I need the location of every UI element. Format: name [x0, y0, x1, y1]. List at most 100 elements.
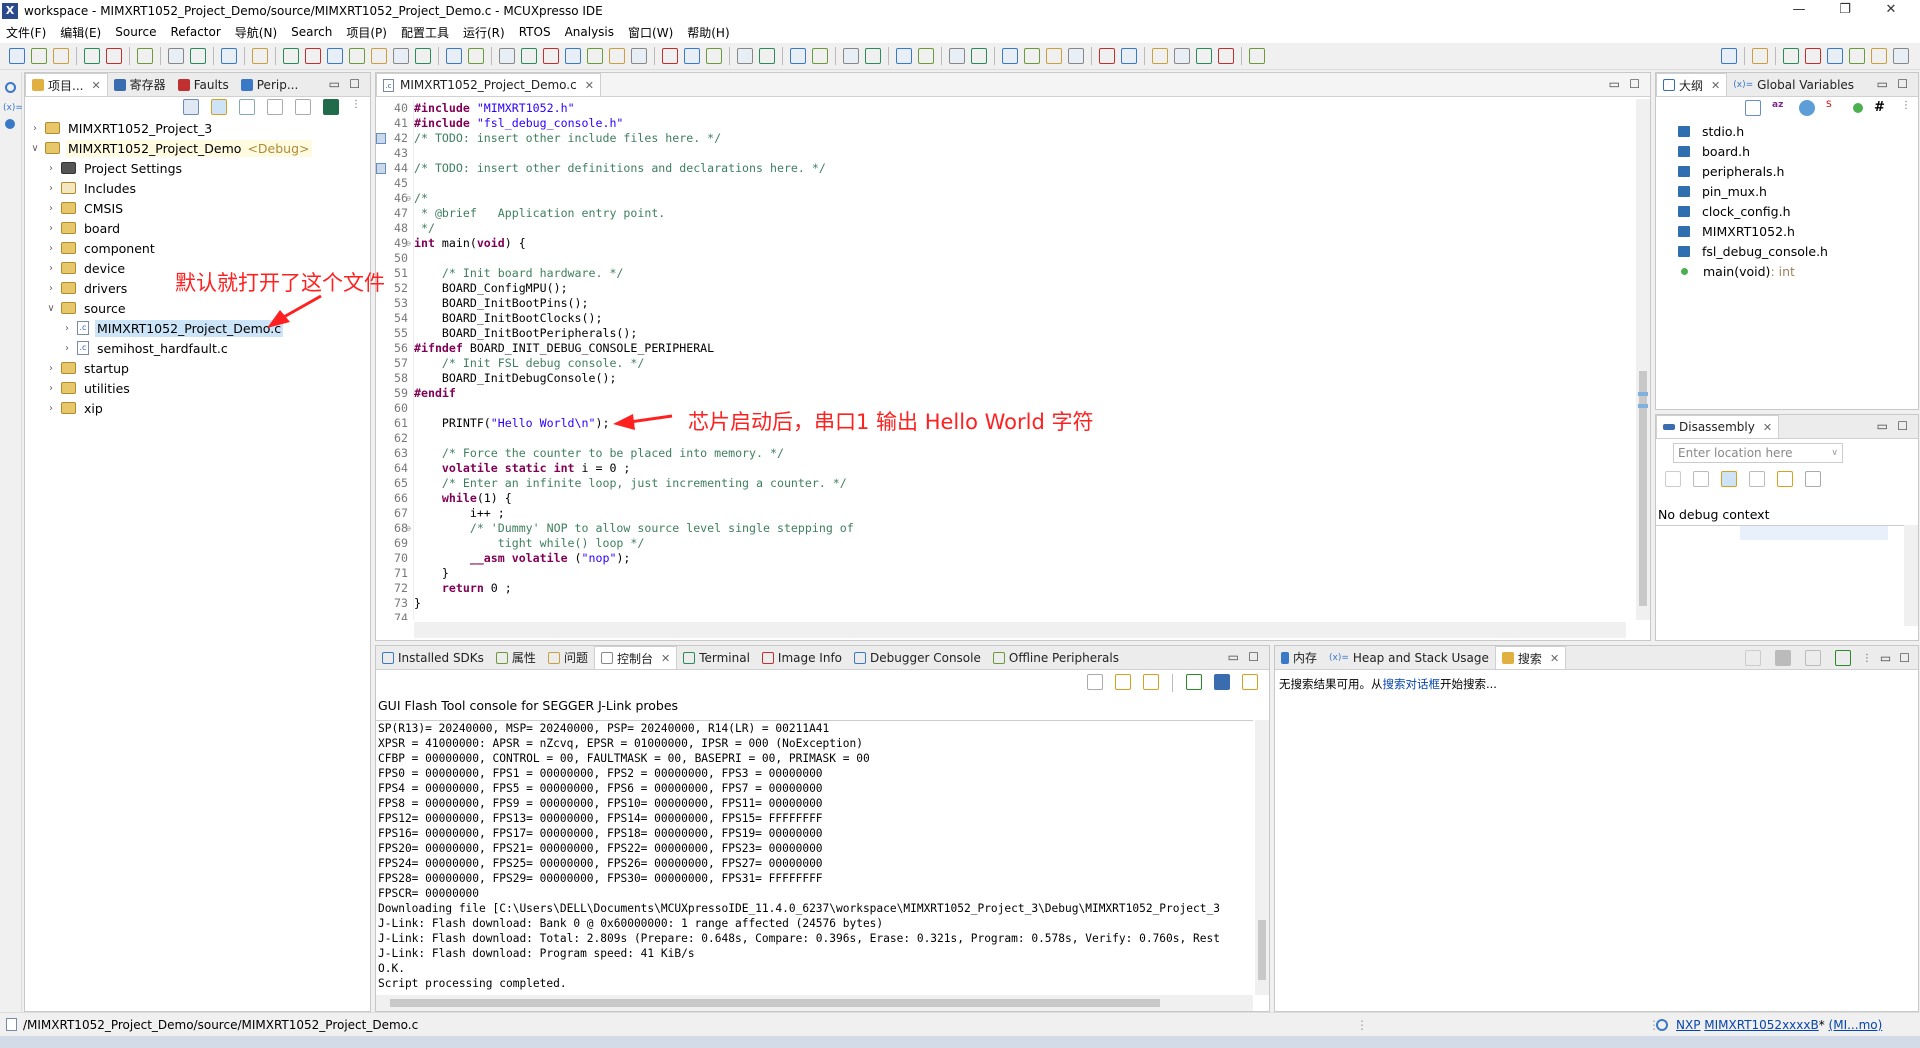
menu-item[interactable]: Refactor	[170, 25, 220, 39]
filter-icon[interactable]	[239, 99, 255, 115]
probe-icon[interactable]	[759, 48, 775, 64]
doc-icon[interactable]	[1046, 48, 1062, 64]
next-annotation-icon[interactable]	[1099, 48, 1115, 64]
fold-icon[interactable]: ⊖	[406, 521, 411, 536]
debug-skip-icon[interactable]	[252, 48, 268, 64]
tab-registers[interactable]: 寄存器	[108, 73, 172, 96]
chevron-right-icon[interactable]: ›	[45, 183, 57, 194]
variables-icon[interactable]: (x)=	[3, 103, 23, 113]
tree-item[interactable]: › Project Settings	[45, 158, 184, 178]
editor-tab[interactable]: .c MIMXRT1052_Project_Demo.c ✕	[376, 73, 601, 96]
globe-icon[interactable]	[684, 48, 700, 64]
step3-icon[interactable]	[609, 48, 625, 64]
suspend-icon[interactable]	[305, 48, 321, 64]
pin-icon[interactable]	[1834, 650, 1851, 666]
view-menu-icon[interactable]: ⋮	[351, 99, 361, 115]
outline-item[interactable]: pin_mux.h	[1678, 181, 1767, 201]
editor-hscrollbar[interactable]	[414, 622, 1626, 638]
location-input[interactable]: Enter location here ∨	[1673, 443, 1843, 463]
forward-icon[interactable]	[1174, 48, 1190, 64]
close-tab-icon[interactable]: ✕	[1711, 79, 1720, 92]
maximize-panel-button[interactable]: ☐	[349, 77, 360, 91]
close-tab-icon[interactable]: ✕	[585, 79, 594, 92]
copy-icon[interactable]	[543, 48, 559, 64]
breakpoints-icon[interactable]	[5, 119, 15, 129]
tab-project-explorer[interactable]: 项目... ✕	[25, 73, 108, 96]
open-project-icon[interactable]	[949, 48, 965, 64]
menu-item[interactable]: Analysis	[565, 25, 614, 39]
chevron-right-icon[interactable]: ›	[45, 363, 57, 374]
pin-icon[interactable]	[1805, 471, 1821, 487]
menu-item[interactable]: 运行(R)	[463, 24, 505, 41]
tree-item[interactable]: › xip	[45, 398, 105, 418]
tree-item[interactable]: ∨ source	[45, 298, 128, 318]
tree-item[interactable]: › drivers	[45, 278, 129, 298]
chevron-right-icon[interactable]: ›	[45, 163, 57, 174]
build-icon[interactable]	[106, 48, 122, 64]
minimize-panel-button[interactable]: ▭	[1877, 419, 1888, 433]
back-icon[interactable]	[1152, 48, 1168, 64]
vendor-link[interactable]: NXP	[1676, 1018, 1700, 1032]
menu-item[interactable]: 导航(N)	[235, 24, 277, 41]
tab-installed-sdks[interactable]: Installed SDKs	[376, 646, 490, 669]
refresh-icon[interactable]	[1665, 471, 1681, 487]
view-menu-icon[interactable]: ⋮	[1901, 100, 1911, 116]
menu-item[interactable]: 窗口(W)	[628, 24, 673, 41]
chip-perspective-icon[interactable]	[1805, 48, 1821, 64]
chevron-right-icon[interactable]: ›	[61, 343, 73, 354]
chevron-down-icon[interactable]: ∨	[1831, 448, 1838, 458]
minimize-panel-button[interactable]: ▭	[1880, 651, 1891, 665]
tab-memory[interactable]: 内存	[1275, 646, 1323, 669]
close-tab-icon[interactable]: ✕	[661, 652, 670, 665]
task-marker-icon[interactable]	[376, 163, 386, 174]
menu-item[interactable]: 项目(P)	[346, 24, 387, 41]
console-vscrollbar[interactable]	[1255, 720, 1269, 995]
tree-item[interactable]: › board	[45, 218, 122, 238]
annotate-icon[interactable]	[1024, 48, 1040, 64]
nav-back-icon[interactable]	[1196, 48, 1212, 64]
tree-item[interactable]: › CMSIS	[45, 198, 125, 218]
search-dialog-link[interactable]: 搜索对话框	[1383, 677, 1441, 691]
view-menu-icon[interactable]: ⋮	[1862, 653, 1872, 664]
overview-marker[interactable]	[1638, 392, 1648, 396]
cancel-search-icon[interactable]	[1774, 650, 1791, 666]
tab-problems[interactable]: 问题	[542, 646, 594, 669]
console-hscrollbar[interactable]	[376, 995, 1253, 1011]
menu-item[interactable]: RTOS	[519, 25, 551, 39]
clear-console-icon[interactable]	[1087, 674, 1103, 690]
pen-icon[interactable]	[971, 48, 987, 64]
code-area[interactable]: 40 #include "MIMXRT1052.h" 41 #include "fsl…	[376, 99, 1626, 620]
save-icon[interactable]	[31, 48, 47, 64]
word-wrap-icon[interactable]	[1143, 674, 1159, 690]
build-config-icon[interactable]	[84, 48, 100, 64]
step-out-icon[interactable]	[631, 48, 647, 64]
chevron-right-icon[interactable]: ›	[45, 383, 57, 394]
pin-console-icon[interactable]	[1186, 674, 1202, 690]
split-icon[interactable]	[521, 48, 537, 64]
hide-fields-icon[interactable]	[1799, 100, 1815, 116]
open-console-icon[interactable]	[1242, 674, 1258, 690]
sort-icon[interactable]: az	[1772, 100, 1788, 116]
tab-debugger-console[interactable]: Debugger Console	[848, 646, 987, 669]
tab-disassembly[interactable]: Disassembly ✕	[1656, 415, 1780, 438]
instruction-step-icon[interactable]	[446, 48, 462, 64]
tab-peripherals[interactable]: Perip...	[235, 73, 305, 96]
close-tab-icon[interactable]: ✕	[91, 79, 100, 92]
power-icon[interactable]	[1656, 1018, 1668, 1031]
undo-icon[interactable]	[168, 48, 184, 64]
tree-item[interactable]: › Includes	[45, 178, 138, 198]
step-icon[interactable]	[565, 48, 581, 64]
tab-faults[interactable]: Faults	[172, 73, 235, 96]
outline-item[interactable]: peripherals.h	[1678, 161, 1784, 181]
run-external-icon[interactable]	[918, 48, 934, 64]
task-marker-icon[interactable]	[376, 133, 386, 144]
power-icon[interactable]	[5, 82, 16, 93]
save-all-icon[interactable]	[53, 48, 69, 64]
tab-image-info[interactable]: Image Info	[756, 646, 848, 669]
pilcrow-icon[interactable]	[1068, 48, 1084, 64]
debug-attach-icon[interactable]	[865, 48, 881, 64]
mcuxpresso-icon[interactable]	[662, 48, 678, 64]
scroll-lock-icon[interactable]	[1115, 674, 1131, 690]
mcuxpresso-config-icon[interactable]	[323, 99, 339, 115]
tree-item[interactable]: › startup	[45, 358, 131, 378]
